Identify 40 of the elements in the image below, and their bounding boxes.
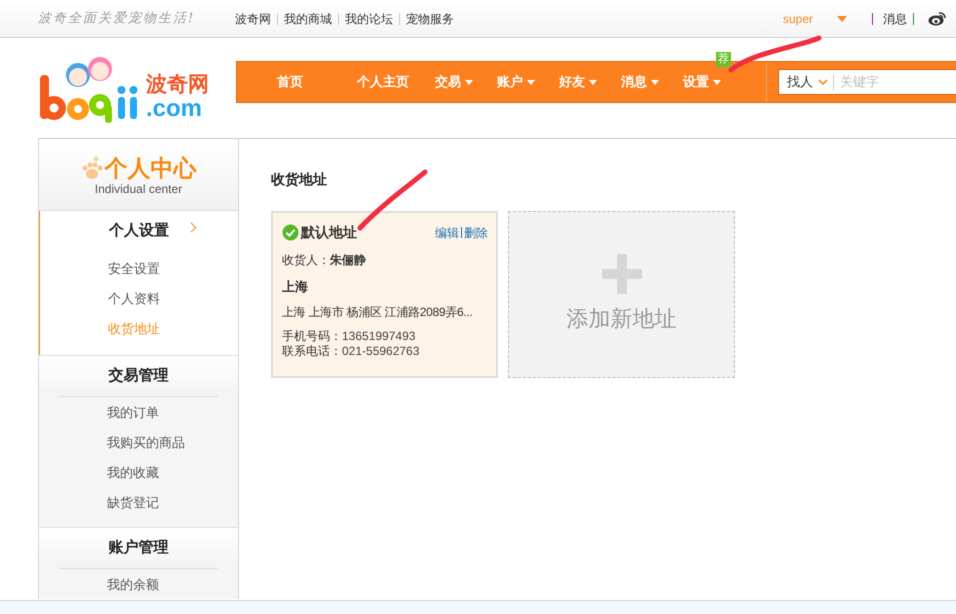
- dropdown-caret-icon[interactable]: [837, 16, 847, 22]
- sidebar-link[interactable]: 我的订单: [107, 403, 238, 433]
- sidebar-link[interactable]: 我购买的商品: [107, 433, 238, 463]
- province-text: 上海: [282, 278, 309, 296]
- slogan-text: 波奇全面关爱宠物生活!: [38, 10, 196, 28]
- phone-number: 021-55962763: [342, 344, 420, 358]
- logo-text: 波奇网: [146, 73, 209, 97]
- section-header[interactable]: 个人设置: [40, 211, 238, 251]
- check-circle-icon: [282, 224, 299, 241]
- paw-icon: [80, 156, 102, 180]
- plus-icon: [602, 254, 642, 294]
- sidebar-link[interactable]: 缺货登记: [107, 493, 238, 523]
- sidebar-link[interactable]: 我的收藏: [107, 463, 238, 493]
- sidebar-link[interactable]: 安全设置: [108, 259, 238, 289]
- eye-logo-icon[interactable]: [928, 11, 946, 26]
- search-scope-select[interactable]: 找人: [787, 72, 813, 92]
- sidebar-title: 个人中心: [104, 154, 196, 182]
- top-link[interactable]: 宠物服务: [406, 10, 454, 28]
- chevron-down-icon[interactable]: [818, 78, 828, 86]
- address-text: 上海 上海市 杨浦区 江浦路2089弄6...: [282, 304, 474, 320]
- phone-label: 联系电话：: [282, 344, 342, 358]
- sidebar-subtitle: Individual center: [94, 182, 182, 196]
- search-field[interactable]: 找人 关键字: [778, 69, 956, 95]
- top-link[interactable]: 波奇网: [235, 10, 271, 28]
- top-link[interactable]: 我的论坛: [345, 10, 393, 28]
- sidebar-link[interactable]: 我的余额: [107, 575, 238, 599]
- recipient-name: 朱俪静: [330, 252, 366, 269]
- sidebar-link[interactable]: 个人资料: [108, 289, 238, 319]
- recipient-label: 收货人：: [282, 252, 330, 269]
- page-title: 收货地址: [271, 170, 328, 189]
- mobile-label: 手机号码：: [282, 328, 342, 344]
- mobile-number: 13651997493: [342, 328, 416, 344]
- message-link[interactable]: 消息: [883, 10, 907, 28]
- logo-domain: .com: [146, 97, 202, 121]
- annotation-stroke: [358, 170, 428, 230]
- edit-link[interactable]: 编辑: [435, 224, 459, 242]
- top-link[interactable]: 我的商城: [284, 10, 332, 28]
- recommend-badge: 荐: [716, 52, 731, 67]
- default-label: 默认地址: [301, 223, 357, 242]
- delete-link[interactable]: 删除: [464, 224, 488, 242]
